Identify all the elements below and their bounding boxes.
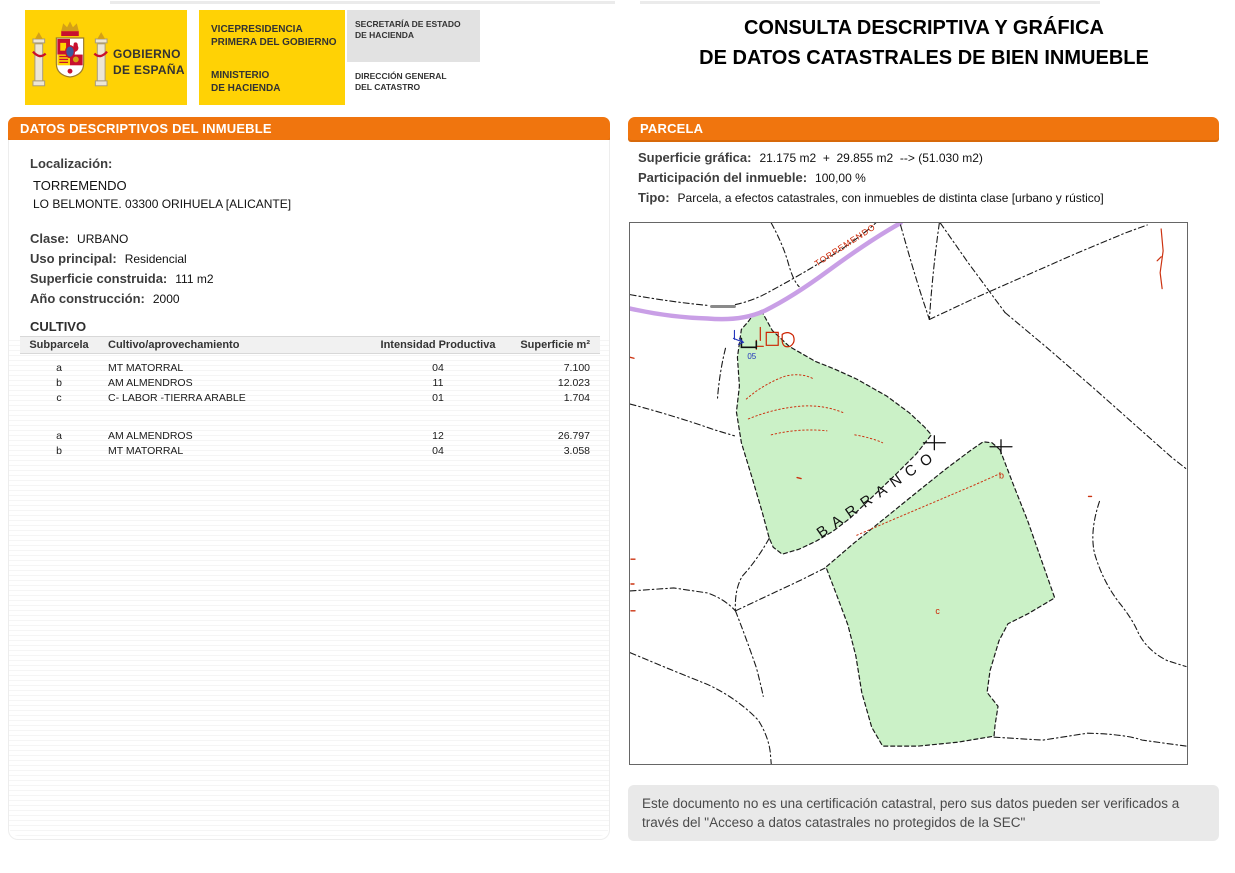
table-row: a AM ALMENDROS 12 26.797	[20, 428, 600, 443]
logo-block-catastro: SECRETARÍA DE ESTADO DE HACIENDA DIRECCI…	[347, 10, 480, 105]
localizacion-line1: TORREMENDO	[33, 178, 127, 193]
building-number-label: 05	[747, 352, 756, 361]
table-row: b MT MATORRAL 04 3.058	[20, 443, 600, 458]
page-title: CONSULTA DESCRIPTIVA Y GRÁFICA DE DATOS …	[628, 13, 1220, 73]
right-panel-header: PARCELA	[628, 117, 1219, 140]
vicepresidencia-label: VICEPRESIDENCIA PRIMERA DEL GOBIERNO	[211, 23, 345, 49]
cultivo-title: CULTIVO	[30, 319, 86, 334]
localizacion-label: Localización:	[30, 156, 112, 171]
cultivo-table-header: Subparcela Cultivo/aprovechamiento Inten…	[20, 336, 600, 354]
participacion-line: Participación del inmueble:100,00 %	[638, 169, 866, 187]
cadastral-map: TORREMENDO BARRANCO 05 b c	[629, 222, 1188, 765]
localizacion-line2: LO BELMONTE. 03300 ORIHUELA [ALICANTE]	[33, 197, 291, 211]
power-line-red	[1157, 229, 1163, 289]
table-row: a MT MATORRAL 04 7.100	[20, 360, 600, 375]
cultivo-table: Subparcela Cultivo/aprovechamiento Inten…	[20, 336, 600, 458]
field-ano-construccion: Año construcción:2000	[30, 290, 180, 308]
gobierno-espana-label: GOBIERNO DE ESPAÑA	[113, 46, 185, 78]
logo-block-ministerio: VICEPRESIDENCIA PRIMERA DEL GOBIERNO MIN…	[199, 10, 345, 105]
subparcel-label-b: b	[999, 471, 1004, 481]
table-row: c C- LABOR -TIERRA ARABLE 01 1.704	[20, 390, 600, 405]
subparcel-label-c: c	[935, 606, 940, 616]
footer-note: Este documento no es una certificación c…	[628, 785, 1219, 841]
left-panel-header: DATOS DESCRIPTIVOS DEL INMUEBLE	[8, 117, 610, 140]
table-row: b AM ALMENDROS 11 12.023	[20, 375, 600, 390]
secretaria-label: SECRETARÍA DE ESTADO DE HACIENDA	[347, 10, 480, 62]
scan-artifact-line	[640, 1, 1100, 4]
tipo-line: Tipo:Parcela, a efectos catastrales, con…	[638, 189, 1104, 207]
field-superficie-construida: Superficie construida:111 m2	[30, 270, 214, 288]
field-clase: Clase:URBANO	[30, 230, 128, 248]
ministerio-label: MINISTERIO DE HACIENDA	[211, 69, 345, 95]
field-uso-principal: Uso principal:Residencial	[30, 250, 187, 268]
logo-block-gobierno: GOBIERNO DE ESPAÑA	[25, 10, 187, 105]
table-row-empty	[20, 405, 600, 428]
scan-artifact-line	[110, 1, 615, 4]
direccion-catastro-label: DIRECCIÓN GENERAL DEL CATASTRO	[347, 62, 480, 102]
superficie-grafica-line: Superficie gráfica:21.175 m2 + 29.855 m2…	[638, 149, 983, 167]
consulta-catastral-document: { "page": { "title_line1": "CONSULTA DES…	[0, 0, 1235, 873]
spain-coat-of-arms-icon	[31, 17, 109, 98]
cadastral-map-svg: TORREMENDO BARRANCO 05 b c	[630, 223, 1187, 764]
